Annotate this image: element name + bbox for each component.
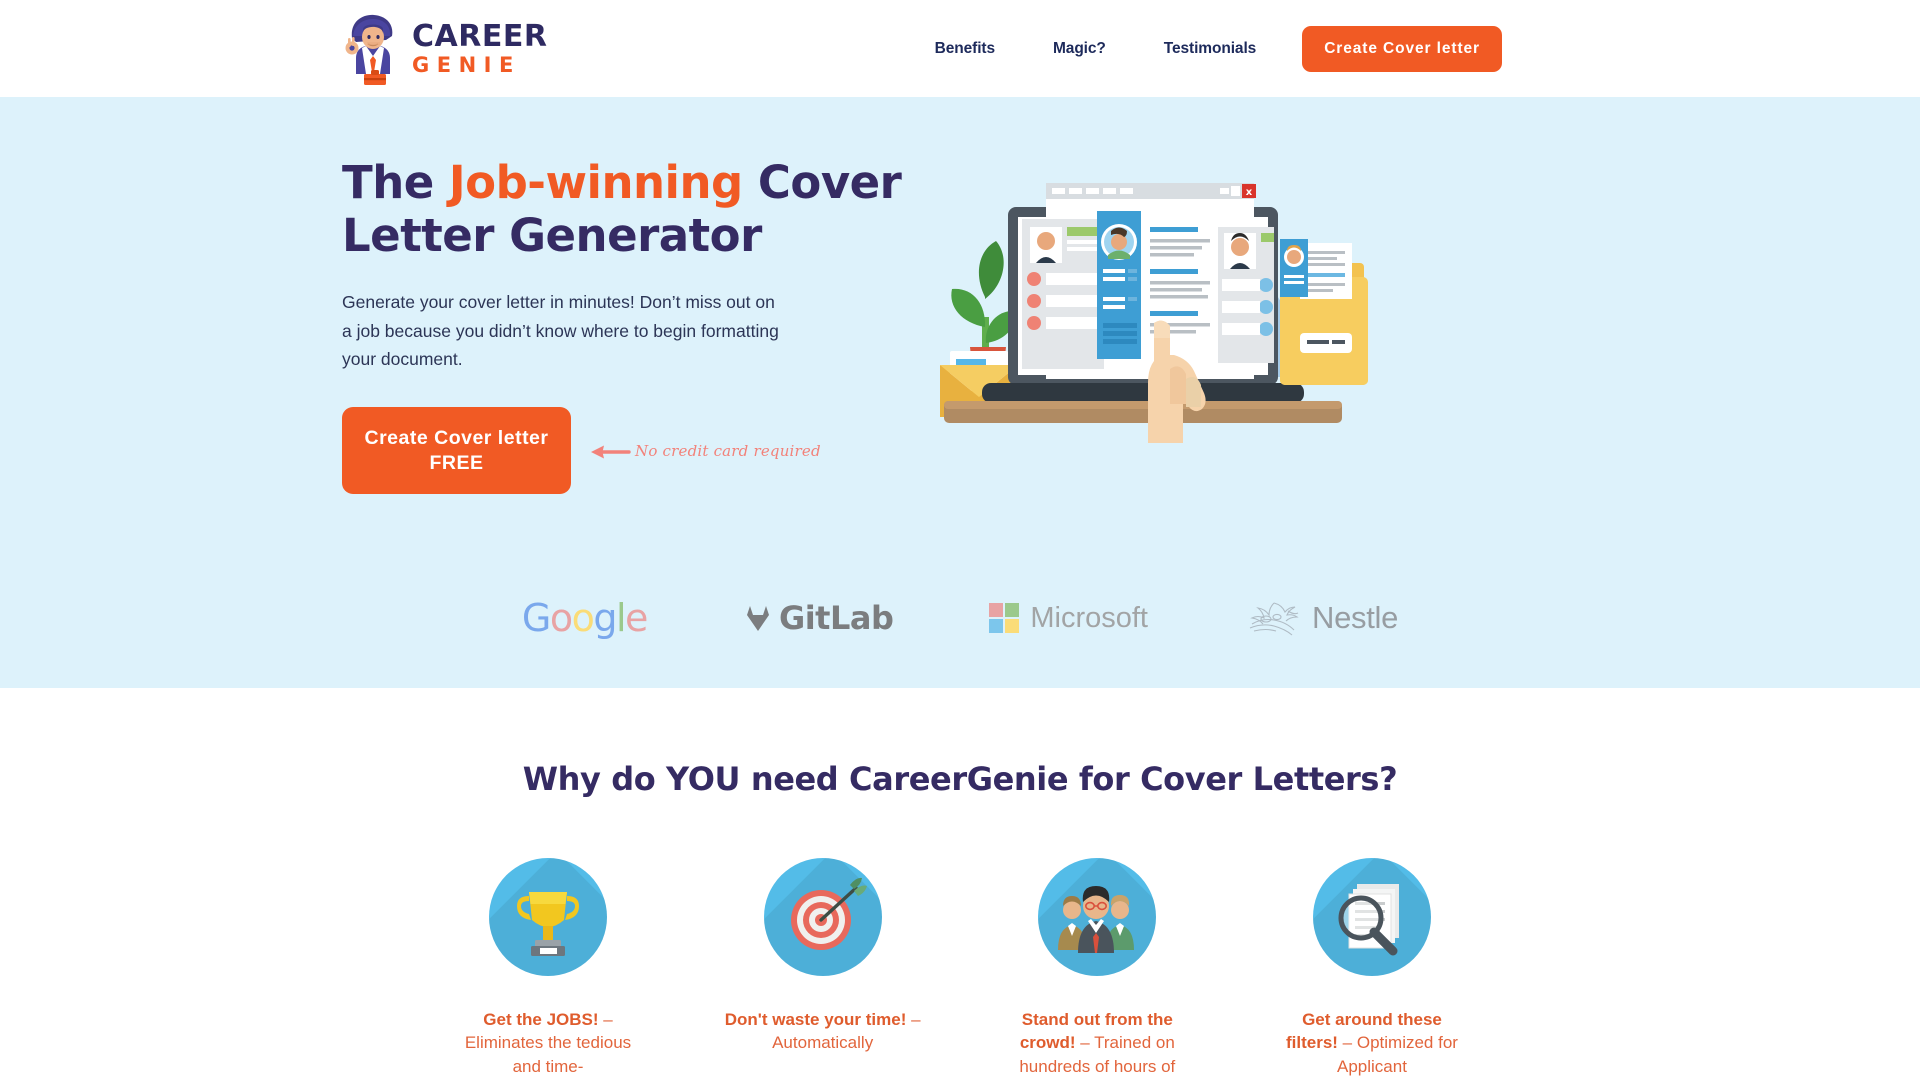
gitlab-fox-icon (746, 606, 769, 631)
hero-create-cover-letter-free-button[interactable]: Create Cover letter FREE (342, 407, 571, 495)
google-letter-o1: o (549, 596, 573, 640)
benefit-cards: Get the JOBS! – Eliminates the tedious a… (450, 858, 1470, 1078)
benefit-card-text: Don't waste your time! – Automatically (725, 1008, 921, 1055)
hero-headline-part1: The (342, 156, 449, 209)
people-group-icon (1038, 858, 1157, 976)
logo-text-career: CAREER (412, 18, 548, 54)
brand-logos-strip: Google GitLab Microsoft Nestle (0, 596, 1920, 640)
hero-section: The Job-winning Cover Letter Generator G… (0, 97, 1920, 688)
google-letter-g2: g (593, 596, 617, 640)
cover-letter-laptop-illustration: x (922, 147, 1382, 447)
benefit-card-get-around-filters: Get around these filters! – Optimized fo… (1274, 858, 1470, 1078)
microsoft-squares-icon (989, 603, 1020, 633)
google-letter-o2: o (571, 596, 595, 640)
trophy-icon (489, 858, 607, 976)
careergenie-logo[interactable]: CAREER GENIE (342, 12, 547, 86)
nestle-wordmark: Nestle (1312, 600, 1399, 635)
benefit-card-text: Get around these filters! – Optimized fo… (1274, 1008, 1470, 1078)
google-letter-l: l (615, 596, 627, 640)
svg-text:x: x (1246, 187, 1253, 198)
benefit-card-body: – Optimized for Applicant (1337, 1033, 1458, 1076)
hero-cta-row: Create Cover letter FREE No credit card … (342, 407, 902, 495)
hero-headline: The Job-winning Cover Letter Generator (342, 156, 902, 262)
microsoft-wordmark: Microsoft (1030, 601, 1148, 634)
benefit-card-title: Don't waste your time! (724, 1010, 907, 1029)
target-arrow-icon (763, 858, 882, 976)
hero-copy: The Job-winning Cover Letter Generator G… (342, 156, 902, 495)
site-header: CAREER GENIE Benefits Magic? Testimonial… (0, 0, 1920, 97)
hero-cta-line1: Create Cover letter (364, 427, 549, 450)
header-create-cover-letter-button[interactable]: Create Cover letter (1302, 25, 1502, 72)
gitlab-wordmark: GitLab (778, 599, 894, 637)
microsoft-logo: Microsoft (989, 596, 1148, 640)
no-credit-card-text: No credit card required (635, 441, 821, 460)
benefit-card-stand-out: Stand out from the crowd! – Trained on h… (999, 858, 1195, 1078)
benefit-card-title: Get the JOBS! (483, 1010, 599, 1029)
benefit-card-text: Get the JOBS! – Eliminates the tedious a… (450, 1008, 646, 1078)
left-arrow-icon (591, 445, 631, 459)
document-search-icon (1312, 858, 1431, 976)
hero-inner: The Job-winning Cover Letter Generator G… (342, 97, 1502, 495)
nestle-logo: Nestle (1244, 596, 1398, 640)
hero-cta-line2: FREE (429, 451, 484, 474)
header-inner: CAREER GENIE Benefits Magic? Testimonial… (342, 12, 1502, 86)
gitlab-logo: GitLab (743, 596, 894, 640)
logo-text-genie: GENIE (412, 52, 521, 77)
hero-subtitle: Generate your cover letter in minutes! D… (342, 292, 779, 369)
hero-headline-accent: Job-winning (448, 156, 743, 209)
benefits-section: Why do YOU need CareerGenie for Cover Le… (0, 688, 1920, 1079)
hero-illustration-wrap: x (922, 147, 1502, 494)
nav-magic[interactable]: Magic? (1053, 30, 1106, 68)
nestle-birds-nest-icon (1249, 602, 1299, 636)
benefit-card-dont-waste-time: Don't waste your time! – Automatically (725, 858, 921, 1078)
benefits-heading: Why do YOU need CareerGenie for Cover Le… (522, 760, 1398, 798)
nav-benefits[interactable]: Benefits (935, 30, 995, 68)
nav-testimonials[interactable]: Testimonials (1164, 30, 1257, 68)
google-letter-g1: G (521, 596, 551, 640)
google-letter-e: e (625, 596, 648, 640)
benefit-card-get-the-jobs: Get the JOBS! – Eliminates the tedious a… (450, 858, 646, 1078)
no-credit-card-note: No credit card required (589, 440, 821, 462)
google-logo: Google (521, 596, 649, 640)
genie-mascot-icon (342, 12, 404, 86)
logo-wordmark: CAREER GENIE (412, 18, 548, 77)
benefit-card-text: Stand out from the crowd! – Trained on h… (999, 1008, 1195, 1078)
main-navigation: Benefits Magic? Testimonials Create Cove… (935, 25, 1502, 72)
